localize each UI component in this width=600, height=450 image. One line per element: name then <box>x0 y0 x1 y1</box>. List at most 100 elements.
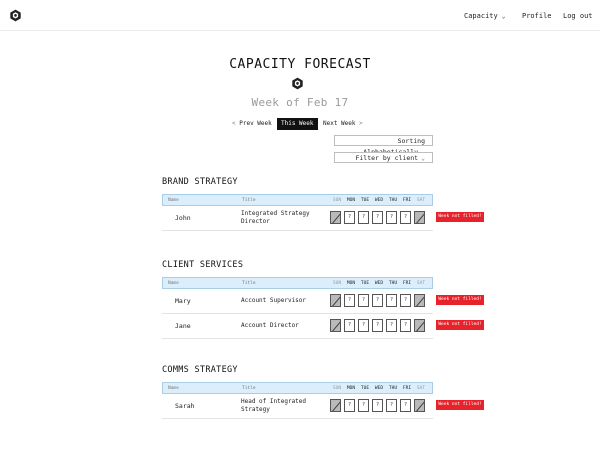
week-label: Week of Feb 17 <box>251 96 349 109</box>
day-capacity-cell[interactable]: ? <box>358 399 369 412</box>
column-header-day: TUE <box>360 198 370 203</box>
person-title: Account Supervisor <box>241 297 307 304</box>
day-capacity-cell[interactable]: ? <box>386 319 397 332</box>
section-title: BRAND STRATEGY <box>162 177 238 187</box>
table-header: Name Title SUN MON TUE WED THU FRI SAT <box>162 194 433 206</box>
column-header-day: TUE <box>360 281 370 286</box>
day-capacity-cell[interactable]: ? <box>344 211 355 224</box>
status-badge: Week not filled! <box>436 212 484 222</box>
column-header-day: SAT <box>416 386 426 391</box>
disabled-slash-icon <box>416 321 424 331</box>
weekend-day-cell <box>330 211 341 224</box>
column-header-day: SUN <box>332 281 342 286</box>
week-navigation: < Prev Week This Week Next Week > <box>0 118 600 130</box>
disabled-slash-icon <box>332 321 340 331</box>
chevron-down-icon: ⌄ <box>501 13 506 20</box>
column-header-name: Name <box>168 386 179 391</box>
day-capacity-cell[interactable]: ? <box>358 319 369 332</box>
day-capacity-cell[interactable]: ? <box>372 399 383 412</box>
weekend-day-cell <box>414 319 425 332</box>
next-week-label: Next Week <box>323 120 356 127</box>
day-capacity-cell[interactable]: ? <box>400 294 411 307</box>
section-title: COMMS STRATEGY <box>162 365 238 375</box>
section-title: CLIENT SERVICES <box>162 260 244 270</box>
nav-profile[interactable]: Profile <box>522 12 552 20</box>
day-capacity-cell[interactable]: ? <box>386 294 397 307</box>
column-header-name: Name <box>168 281 179 286</box>
person-title: Account Director <box>241 322 299 329</box>
day-capacity-cell[interactable]: ? <box>400 211 411 224</box>
day-capacity-cell[interactable]: ? <box>344 294 355 307</box>
person-title: Integrated Strategy Director <box>241 210 310 225</box>
logo-icon[interactable] <box>9 9 22 22</box>
filter-dropdown[interactable]: Filter by client ⌄ <box>334 152 433 163</box>
sort-dropdown[interactable]: Sorting Alphabetically⌄ <box>334 135 433 156</box>
nav-capacity[interactable]: Capacity ⌄ <box>464 12 505 20</box>
column-header-day: SAT <box>416 198 426 203</box>
column-header-day: FRI <box>402 198 412 203</box>
weekend-day-cell <box>414 399 425 412</box>
day-capacity-cell[interactable]: ? <box>372 294 383 307</box>
day-capacity-cell[interactable]: ? <box>372 211 383 224</box>
nav-logout[interactable]: Log out <box>563 12 593 20</box>
person-name: John <box>175 214 191 222</box>
column-header-day: FRI <box>402 281 412 286</box>
column-header-day: SAT <box>416 281 426 286</box>
day-capacity-cell[interactable]: ? <box>358 211 369 224</box>
day-capacity-cell[interactable]: ? <box>386 211 397 224</box>
person-name: Sarah <box>175 402 195 410</box>
person-name: Jane <box>175 322 191 330</box>
disabled-slash-icon <box>332 213 340 223</box>
column-header-title: Title <box>242 198 256 203</box>
column-header-day: MON <box>346 386 356 391</box>
prev-week-label: Prev Week <box>239 120 272 127</box>
column-header-day: WED <box>374 281 384 286</box>
weekend-day-cell <box>330 399 341 412</box>
column-header-day: TUE <box>360 386 370 391</box>
day-capacity-cell[interactable]: ? <box>400 319 411 332</box>
column-header-day: WED <box>374 198 384 203</box>
this-week-button[interactable]: This Week <box>277 118 318 130</box>
column-header-day: MON <box>346 281 356 286</box>
status-badge: Week not filled! <box>436 400 484 410</box>
disabled-slash-icon <box>332 296 340 306</box>
table-header: Name Title SUN MON TUE WED THU FRI SAT <box>162 382 433 394</box>
disabled-slash-icon <box>416 213 424 223</box>
weekend-day-cell <box>330 319 341 332</box>
nav-capacity-label: Capacity <box>464 12 498 20</box>
chevron-down-icon: ⌄ <box>421 154 425 162</box>
column-header-day: THU <box>388 281 398 286</box>
page-title: CAPACITY FORECAST <box>229 57 371 72</box>
top-nav: Capacity ⌄ Profile Log out <box>0 0 600 31</box>
disabled-slash-icon <box>416 296 424 306</box>
weekend-day-cell <box>330 294 341 307</box>
person-title: Head of Integrated Strategy <box>241 398 307 413</box>
table-row: Sarah Head of Integrated Strategy????? Wee… <box>162 394 484 419</box>
day-capacity-cell[interactable]: ? <box>344 319 355 332</box>
day-capacity-cell[interactable]: ? <box>344 399 355 412</box>
filter-label: Filter by client <box>355 154 419 162</box>
column-header-day: FRI <box>402 386 412 391</box>
day-capacity-cell[interactable]: ? <box>400 399 411 412</box>
column-header-day: THU <box>388 198 398 203</box>
day-capacity-cell[interactable]: ? <box>358 294 369 307</box>
column-header-day: SUN <box>332 386 342 391</box>
hexagon-cube-icon <box>292 77 303 90</box>
weekend-day-cell <box>414 211 425 224</box>
chevron-right-icon: > <box>355 120 363 127</box>
disabled-slash-icon <box>332 401 340 411</box>
column-header-name: Name <box>168 198 179 203</box>
day-capacity-cell[interactable]: ? <box>372 319 383 332</box>
table-row: John Integrated Strategy Director????? Wee… <box>162 206 484 231</box>
table-header: Name Title SUN MON TUE WED THU FRI SAT <box>162 277 433 289</box>
next-week-button[interactable]: Next Week > <box>323 118 363 130</box>
prev-week-button[interactable]: < Prev Week <box>232 118 272 130</box>
status-badge: Week not filled! <box>436 320 484 330</box>
status-badge: Week not filled! <box>436 295 484 305</box>
table-row: Jane Account Director????? Week not filled… <box>162 314 484 339</box>
column-header-title: Title <box>242 281 256 286</box>
day-capacity-cell[interactable]: ? <box>386 399 397 412</box>
weekend-day-cell <box>414 294 425 307</box>
column-header-day: MON <box>346 198 356 203</box>
table-row: Mary Account Supervisor????? Week not fill… <box>162 289 484 314</box>
